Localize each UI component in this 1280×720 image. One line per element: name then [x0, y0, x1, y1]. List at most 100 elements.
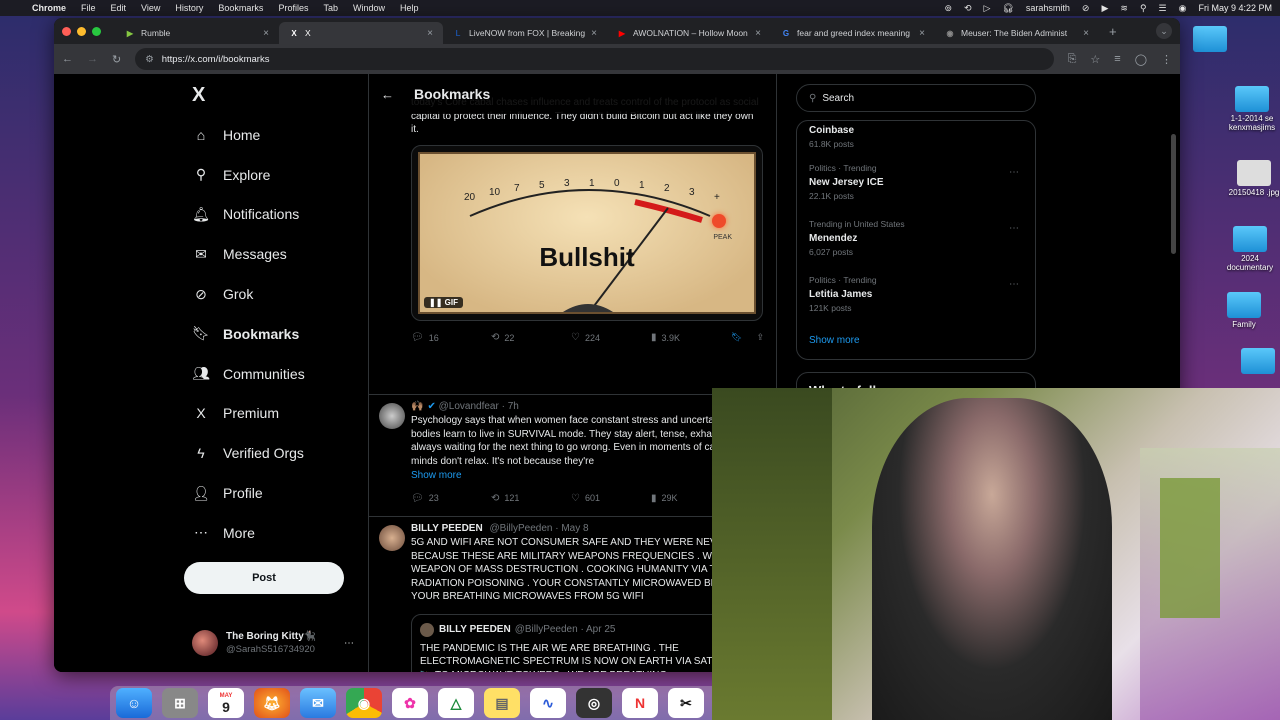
tab-search-chevron-icon[interactable]: ⌄: [1156, 23, 1172, 39]
menu-view[interactable]: View: [141, 3, 160, 13]
close-tab-icon[interactable]: ×: [591, 28, 597, 39]
install-app-icon[interactable]: ⎘: [1068, 53, 1077, 66]
gif-badge[interactable]: ❚❚ GIF: [424, 296, 463, 308]
obs-icon[interactable]: ◎: [576, 688, 612, 718]
chrome-icon[interactable]: ◉: [346, 688, 382, 718]
views-button[interactable]: ▮ 3.9K: [651, 332, 731, 343]
menu-profiles[interactable]: Profiles: [278, 3, 308, 13]
desktop-folder-top[interactable]: [1180, 26, 1240, 54]
share-icon[interactable]: ⇪: [756, 332, 764, 343]
freeform-icon[interactable]: ∿: [530, 688, 566, 718]
nav-item-explore[interactable]: ⚲ Explore: [184, 155, 374, 195]
desktop-item-2[interactable]: 20150418 .jpg: [1224, 160, 1280, 197]
capcut-icon[interactable]: ✂: [668, 688, 704, 718]
more-dots-icon[interactable]: ⋯: [1009, 167, 1019, 178]
trend-item[interactable]: Politics · Trending ⋯ Letitia James 121K po…: [809, 275, 1023, 331]
nav-item-notifications[interactable]: 🔔︎ Notifications: [184, 195, 374, 235]
tab-meuser[interactable]: ◉ Meuser: The Biden Administ ×: [935, 22, 1099, 44]
tab-youtube[interactable]: ▶ AWOLNATION – Hollow Moon ×: [607, 22, 771, 44]
play-icon[interactable]: ▷: [984, 3, 991, 14]
google-drive-icon[interactable]: △: [438, 688, 474, 718]
finder-icon[interactable]: ☺: [116, 688, 152, 718]
trends-show-more-link[interactable]: Show more: [809, 335, 1023, 346]
menu-file[interactable]: File: [81, 3, 96, 13]
close-tab-icon[interactable]: ×: [427, 28, 433, 39]
tab-livenow[interactable]: L LiveNOW from FOX | Breaking ×: [443, 22, 607, 44]
trend-item[interactable]: Politics · Trending ⋯ New Jersey ICE 22.1K …: [809, 163, 1023, 219]
nav-item-verified-orgs[interactable]: ϟ Verified Orgs: [184, 433, 374, 473]
post-button[interactable]: Post: [184, 562, 344, 594]
wifi-icon[interactable]: ≋: [1120, 3, 1128, 14]
menu-help[interactable]: Help: [400, 3, 419, 13]
back-arrow-icon[interactable]: ←: [62, 53, 73, 65]
control-center-icon[interactable]: ☰: [1159, 3, 1167, 14]
menu-app-name[interactable]: Chrome: [32, 3, 66, 13]
more-dots-icon[interactable]: ⋯: [1009, 279, 1019, 290]
menubar-username[interactable]: sarahsmith: [1026, 3, 1070, 13]
tweet-author-handle[interactable]: @BillyPeeden · May 8: [489, 523, 588, 534]
profile-icon[interactable]: ◯: [1135, 53, 1147, 66]
bookmark-filled-icon[interactable]: 🔖︎: [731, 332, 742, 343]
nav-item-grok[interactable]: ⊘ Grok: [184, 274, 374, 314]
menu-tab[interactable]: Tab: [323, 3, 338, 13]
mail-icon[interactable]: ✉: [300, 688, 336, 718]
menu-window[interactable]: Window: [353, 3, 385, 13]
like-button[interactable]: ♡ 224: [571, 332, 651, 343]
close-tab-icon[interactable]: ×: [919, 28, 925, 39]
reload-icon[interactable]: ↻: [112, 53, 121, 66]
close-tab-icon[interactable]: ×: [1083, 28, 1089, 39]
reply-button[interactable]: 💬︎ 16: [411, 332, 491, 343]
nav-item-home[interactable]: ⌂ Home: [184, 115, 374, 155]
more-dots-icon[interactable]: ⋯: [344, 638, 354, 649]
repost-button[interactable]: ⟲ 22: [491, 332, 571, 343]
desktop-item-3[interactable]: 2024 documentary: [1220, 226, 1280, 272]
nav-item-communities[interactable]: 👥︎ Communities: [184, 354, 374, 394]
forward-arrow-icon[interactable]: →: [87, 53, 98, 65]
tweet-author-name[interactable]: 🙌🏽: [411, 401, 423, 412]
search-icon[interactable]: ⚲: [1140, 3, 1147, 14]
desktop-item-5[interactable]: [1228, 348, 1280, 376]
bookmark-star-icon[interactable]: ☆: [1090, 53, 1100, 66]
firefox-icon[interactable]: 🦊︎: [254, 688, 290, 718]
desktop-item-4[interactable]: Family: [1214, 292, 1274, 329]
search-input[interactable]: ⚲ Search: [796, 84, 1036, 112]
avatar[interactable]: [379, 525, 405, 551]
history-clock-icon[interactable]: ⟲: [964, 3, 972, 14]
x-logo-icon[interactable]: X: [192, 84, 374, 107]
menu-edit[interactable]: Edit: [111, 3, 127, 13]
zoom-window-button[interactable]: [92, 26, 101, 36]
siri-icon[interactable]: ◉: [1179, 3, 1187, 14]
headphones-icon[interactable]: 🎧︎: [1002, 3, 1013, 14]
menu-history[interactable]: History: [175, 3, 203, 13]
nav-item-premium[interactable]: X Premium: [184, 394, 374, 434]
news-icon[interactable]: N: [622, 688, 658, 718]
close-tab-icon[interactable]: ×: [263, 28, 269, 39]
trend-item[interactable]: Coinbase 61.8K posts: [809, 125, 1023, 163]
nav-item-messages[interactable]: ✉ Messages: [184, 234, 374, 274]
new-tab-button[interactable]: +: [1109, 24, 1117, 39]
menubar-clock[interactable]: Fri May 9 4:22 PM: [1198, 3, 1272, 13]
tweet-gif[interactable]: 20 10 7 5 3 1 0 1 2 3 + PEAK Bullshit ❚❚ GIF: [411, 144, 763, 321]
screen-record-icon[interactable]: ⊚: [944, 3, 952, 14]
nav-item-more[interactable]: ⋯ More: [184, 513, 374, 553]
back-arrow-icon[interactable]: ←: [381, 87, 394, 102]
notes-icon[interactable]: ▤: [484, 688, 520, 718]
tab-rumble[interactable]: ▶ Rumble ×: [115, 22, 279, 44]
menu-bookmarks[interactable]: Bookmarks: [218, 3, 263, 13]
desktop-item-1[interactable]: 1-1-2014 se kenxmasjims: [1222, 86, 1280, 132]
media-play-icon[interactable]: ▶: [1101, 3, 1108, 14]
mute-icon[interactable]: ⊘: [1082, 3, 1090, 14]
launchpad-icon[interactable]: ⊞: [162, 688, 198, 718]
more-dots-icon[interactable]: ⋯: [1009, 223, 1019, 234]
photos-icon[interactable]: ✿: [392, 688, 428, 718]
tweet[interactable]: today's Core cabal chases influence and …: [369, 96, 776, 349]
tweet-author-handle[interactable]: @Lovandfear · 7h: [439, 401, 519, 412]
page-scrollbar[interactable]: [1171, 134, 1176, 254]
reading-list-icon[interactable]: ≡: [1114, 53, 1120, 66]
trend-item[interactable]: Trending in United States ⋯ Menendez 6,027 …: [809, 219, 1023, 275]
nav-item-profile[interactable]: 👤︎ Profile: [184, 473, 374, 513]
tab-google[interactable]: G fear and greed index meaning ×: [771, 22, 935, 44]
close-window-button[interactable]: [62, 26, 71, 36]
nav-item-bookmarks[interactable]: 🔖︎ Bookmarks: [184, 314, 374, 354]
tweet-author-name[interactable]: BILLY PEEDEN: [411, 523, 483, 534]
